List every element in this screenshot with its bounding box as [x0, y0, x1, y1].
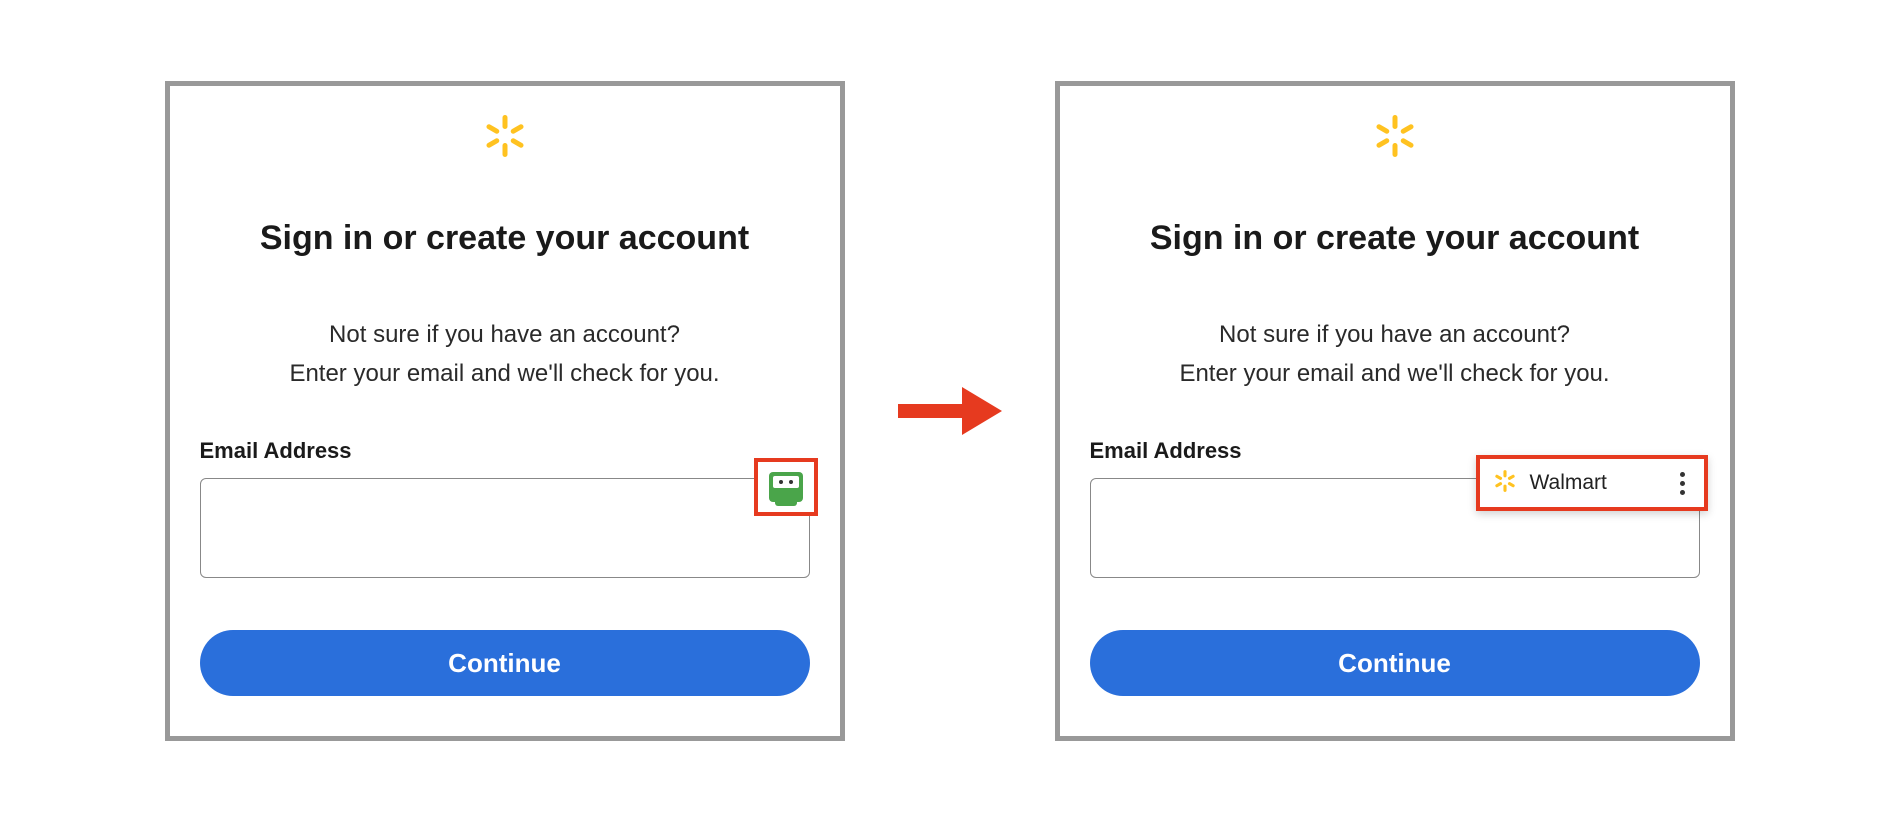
logo-wrapper [200, 111, 810, 166]
continue-button[interactable]: Continue [1090, 630, 1700, 696]
transition-arrow [885, 383, 1015, 439]
page-subtitle: Not sure if you have an account? Enter y… [1090, 316, 1700, 393]
email-input-wrapper: Walmart [1090, 478, 1700, 578]
walmart-spark-icon [480, 111, 530, 166]
subtitle-line2: Enter your email and we'll check for you… [1179, 360, 1609, 387]
kebab-menu-icon[interactable] [1672, 468, 1694, 498]
page-title: Sign in or create your account [200, 216, 810, 262]
roboform-autofill-icon[interactable] [754, 458, 818, 516]
comparison-container: Sign in or create your account Not sure … [0, 0, 1899, 821]
arrow-right-icon [890, 383, 1010, 439]
roboform-robot-icon [769, 472, 803, 502]
walmart-spark-icon [1370, 111, 1420, 166]
subtitle-line1: Not sure if you have an account? [329, 321, 680, 348]
autofill-suggestion[interactable]: Walmart [1476, 455, 1708, 511]
signin-panel-before: Sign in or create your account Not sure … [165, 81, 845, 741]
suggestion-label: Walmart [1530, 471, 1672, 495]
logo-wrapper [1090, 111, 1700, 166]
signin-panel-after: Sign in or create your account Not sure … [1055, 81, 1735, 741]
continue-button[interactable]: Continue [200, 630, 810, 696]
email-field[interactable] [200, 478, 810, 578]
page-subtitle: Not sure if you have an account? Enter y… [200, 316, 810, 393]
email-label: Email Address [200, 438, 810, 464]
subtitle-line2: Enter your email and we'll check for you… [289, 360, 719, 387]
subtitle-line1: Not sure if you have an account? [1219, 321, 1570, 348]
email-input-wrapper [200, 478, 810, 578]
walmart-spark-icon [1492, 468, 1518, 499]
page-title: Sign in or create your account [1090, 216, 1700, 262]
